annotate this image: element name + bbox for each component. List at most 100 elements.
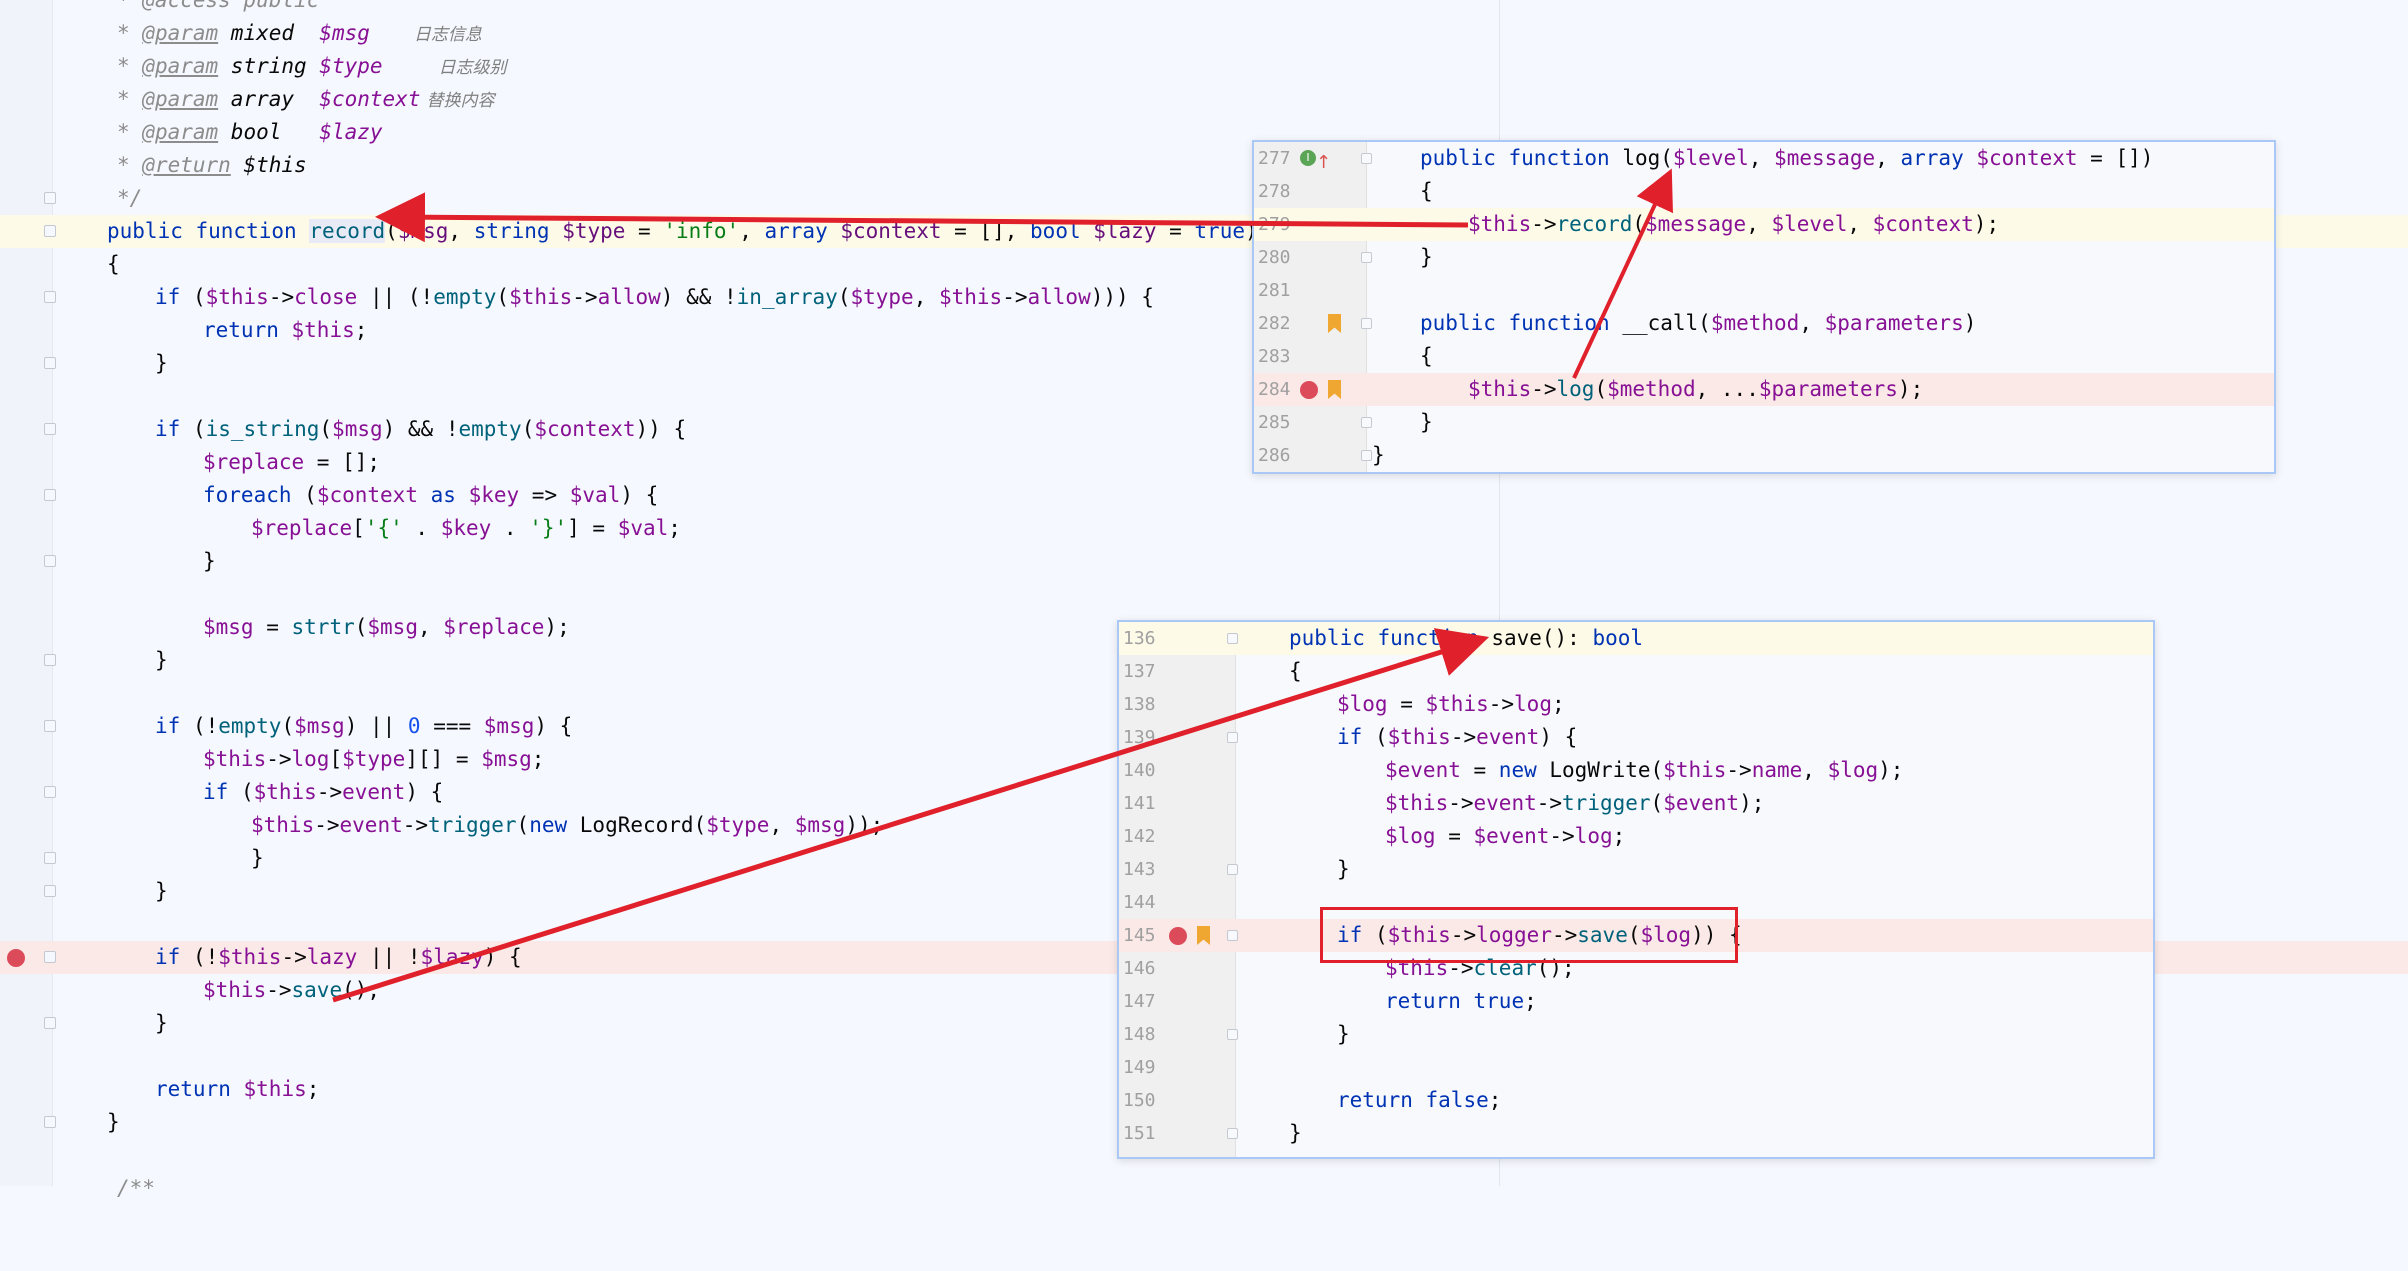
popup-code-line: 280}: [1254, 241, 2274, 274]
popup-code-line: 148}: [1119, 1018, 2153, 1051]
fold-marker-icon[interactable]: [44, 192, 56, 204]
popup-code-text: }: [1420, 245, 1433, 269]
fold-marker-icon[interactable]: [44, 357, 56, 369]
line-number: 279: [1258, 214, 1291, 235]
popup-code-line: 282 public function __call($method, $para…: [1254, 307, 2274, 340]
record-function-name[interactable]: record: [309, 219, 386, 243]
popup-code-text: return true;: [1385, 989, 1537, 1013]
fold-marker-icon[interactable]: [1227, 1128, 1238, 1139]
implements-icon[interactable]: I: [1300, 150, 1316, 166]
popup-code-text: public function __call($method, $paramet…: [1420, 311, 1977, 335]
fold-marker-icon[interactable]: [44, 852, 56, 864]
definition-popup-log[interactable]: 277 I ↑ public function log($level, $messag…: [1252, 140, 2276, 474]
fold-marker-icon[interactable]: [44, 786, 56, 798]
fold-marker-icon[interactable]: [44, 1017, 56, 1029]
fold-marker-icon[interactable]: [1361, 252, 1372, 263]
fold-marker-icon[interactable]: [44, 885, 56, 897]
fold-marker-icon[interactable]: [1227, 864, 1238, 875]
line-number: 140: [1123, 760, 1156, 781]
fold-marker-icon[interactable]: [1361, 417, 1372, 428]
code-line: /**: [117, 1176, 155, 1200]
popup-code-text: $this->log($method, ...$parameters);: [1468, 377, 1924, 401]
code-line: $replace['{' . $key . '}'] = $val;: [251, 516, 681, 540]
fold-marker-icon[interactable]: [44, 225, 56, 237]
line-number: 284: [1258, 379, 1291, 400]
line-number: 136: [1123, 628, 1156, 649]
popup-code-line: 150 return false;: [1119, 1084, 2153, 1117]
definition-popup-save[interactable]: 136 public function save(): bool 137 {138 $l…: [1117, 620, 2155, 1159]
code-line: }: [0, 545, 2408, 578]
popup-code-text: {: [1420, 344, 1433, 368]
popup-code-line: 279 $this->record($message, $level, $cont…: [1254, 208, 2274, 241]
code-line: * @param string $type 日志级别: [117, 54, 507, 78]
popup-code-line: 137 {: [1119, 655, 2153, 688]
popup-code-text: }: [1420, 410, 1433, 434]
fold-marker-icon[interactable]: [44, 555, 56, 567]
popup-code-line: 278 {: [1254, 175, 2274, 208]
fold-marker-icon[interactable]: [1361, 153, 1372, 164]
popup-code-line: 143}: [1119, 853, 2153, 886]
popup-code-line: 277 I ↑ public function log($level, $messag…: [1254, 142, 2274, 175]
popup-code-text: {: [1420, 179, 1433, 203]
fold-marker-icon[interactable]: [1227, 1029, 1238, 1040]
code-line: * @param array $context 替换内容: [117, 87, 495, 111]
fold-marker-icon[interactable]: [1361, 450, 1372, 461]
line-number: 286: [1258, 445, 1291, 466]
fold-marker-icon[interactable]: [1227, 633, 1238, 644]
line-number: 282: [1258, 313, 1291, 334]
bookmark-icon[interactable]: [1328, 380, 1341, 399]
line-number: 151: [1123, 1123, 1156, 1144]
line-number: 137: [1123, 661, 1156, 682]
popup-code-text: $this->event->trigger($event);: [1385, 791, 1765, 815]
line-number: 138: [1123, 694, 1156, 715]
fold-marker-icon[interactable]: [1227, 930, 1238, 941]
popup-code-line: 281: [1254, 274, 2274, 307]
fold-marker-icon[interactable]: [44, 291, 56, 303]
popup-code-line: 136 public function save(): bool: [1119, 622, 2153, 655]
popup-code-line: 140 $event = new LogWrite($this->name, $l…: [1119, 754, 2153, 787]
popup-code-line: 149: [1119, 1051, 2153, 1084]
fold-marker-icon[interactable]: [1227, 732, 1238, 743]
fold-marker-icon[interactable]: [1361, 318, 1372, 329]
line-number: 142: [1123, 826, 1156, 847]
popup-code-text: }: [1289, 1121, 1302, 1145]
popup-code-text: $this->record($message, $level, $context…: [1468, 212, 2000, 236]
popup-code-line: 139 if ($this->event) {: [1119, 721, 2153, 754]
popup-code-line: 141 $this->event->trigger($event);: [1119, 787, 2153, 820]
breakpoint-icon[interactable]: [1300, 381, 1318, 399]
popup-code-text: {: [1289, 659, 1302, 683]
popup-code-text: $log = $this->log;: [1337, 692, 1565, 716]
fold-marker-icon[interactable]: [44, 1116, 56, 1128]
popup-code-text: $log = $event->log;: [1385, 824, 1626, 848]
popup-code-text: }: [1372, 443, 1385, 467]
popup-code-line: 142 $log = $event->log;: [1119, 820, 2153, 853]
line-number: 144: [1123, 892, 1156, 913]
breakpoint-icon[interactable]: [1169, 927, 1187, 945]
code-line: * @param mixed $msg 日志信息: [117, 21, 482, 45]
fold-marker-icon[interactable]: [44, 654, 56, 666]
popup-code-text: public function save(): bool: [1289, 626, 1644, 650]
line-number: 149: [1123, 1057, 1156, 1078]
popup-code-line: 138 $log = $this->log;: [1119, 688, 2153, 721]
popup-code-line: 284 $this->log($method, ...$parameters);: [1254, 373, 2274, 406]
line-number: 283: [1258, 346, 1291, 367]
highlight-box: [1320, 907, 1738, 963]
line-number: 277: [1258, 148, 1291, 169]
fold-marker-icon[interactable]: [44, 720, 56, 732]
line-number: 147: [1123, 991, 1156, 1012]
bookmark-icon[interactable]: [1197, 926, 1210, 945]
line-number: 141: [1123, 793, 1156, 814]
fold-marker-icon[interactable]: [44, 489, 56, 501]
bookmark-icon[interactable]: [1328, 314, 1341, 333]
breakpoint-icon[interactable]: [7, 949, 25, 967]
popup-code-text: if ($this->event) {: [1337, 725, 1578, 749]
line-number: 145: [1123, 925, 1156, 946]
fold-marker-icon[interactable]: [44, 951, 56, 963]
line-number: 143: [1123, 859, 1156, 880]
line-number: 278: [1258, 181, 1291, 202]
fold-marker-icon[interactable]: [44, 423, 56, 435]
popup-code-line: 286}: [1254, 439, 2274, 472]
popup-code-text: }: [1337, 1022, 1350, 1046]
popup-code-text: public function log($level, $message, ar…: [1420, 146, 2154, 170]
line-number: 281: [1258, 280, 1291, 301]
